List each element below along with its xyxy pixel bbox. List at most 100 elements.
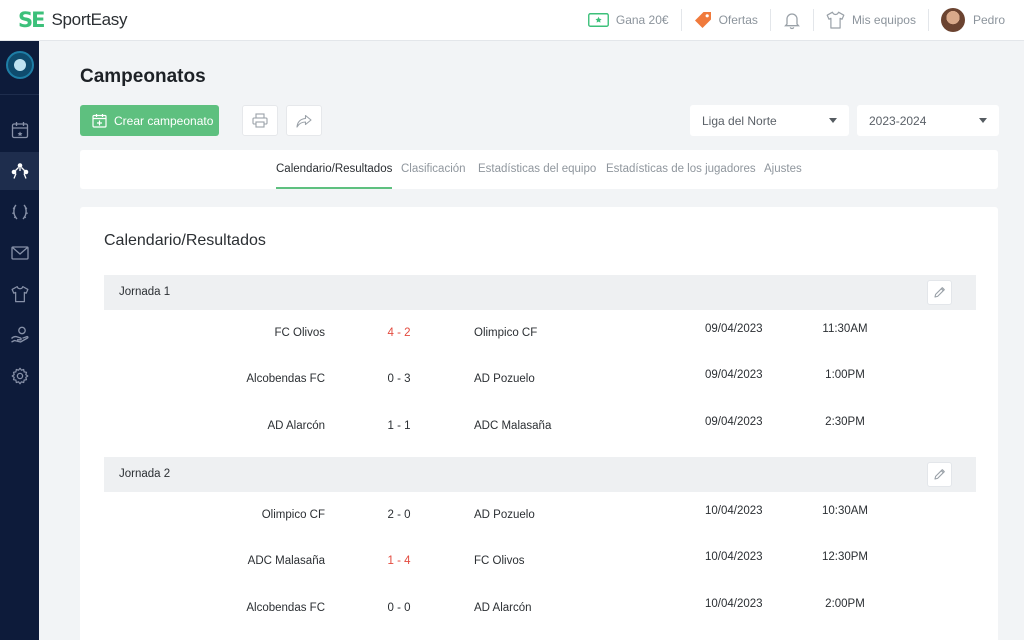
match-time: 10:30AM xyxy=(821,505,869,517)
logo-text: SportEasy xyxy=(51,10,128,29)
calendar-add-icon xyxy=(92,114,107,128)
season-select-value: 2023-2024 xyxy=(869,113,927,128)
away-team: AD Pozuelo xyxy=(474,509,535,521)
create-championship-label: Crear campeonato xyxy=(114,113,214,128)
logo-mark: SE xyxy=(18,8,46,32)
bell-icon xyxy=(783,12,800,29)
match-time: 1:00PM xyxy=(825,369,865,381)
earn-label: Gana 20€ xyxy=(615,13,669,27)
sidebar-item-team[interactable] xyxy=(0,275,39,313)
away-team: Olimpico CF xyxy=(474,327,538,339)
edit-round-button[interactable] xyxy=(927,462,952,487)
home-team: Alcobendas FC xyxy=(246,373,325,385)
round-header: Jornada 2 xyxy=(104,457,976,492)
match-time: 2:00PM xyxy=(825,598,865,610)
home-team: Olimpico CF xyxy=(261,509,325,521)
edit-round-button[interactable] xyxy=(927,280,952,305)
club-badge-icon[interactable] xyxy=(6,51,34,79)
round-label: Jornada 1 xyxy=(119,286,171,298)
print-button[interactable] xyxy=(242,105,278,136)
match-date: 09/04/2023 xyxy=(705,416,763,428)
tab-standings[interactable]: Clasificación xyxy=(401,150,466,189)
away-team: FC Olivos xyxy=(474,555,525,567)
match-time: 2:30PM xyxy=(825,416,865,428)
away-team: AD Alarcón xyxy=(474,602,532,614)
share-button[interactable] xyxy=(286,105,322,136)
match-row[interactable]: ADC Malasaña 1 - 4 FC Olivos 10/04/2023 … xyxy=(104,541,976,587)
chevron-down-icon xyxy=(979,118,987,123)
my-teams-link[interactable]: Mis equipos xyxy=(814,0,928,40)
tab-settings[interactable]: Ajustes xyxy=(764,150,802,189)
top-nav: Gana 20€ Ofertas Mis equipos Pedro xyxy=(576,0,1024,40)
match-score: 0 - 3 xyxy=(387,373,411,385)
offers-link[interactable]: Ofertas xyxy=(682,0,770,40)
championship-tabs: Calendario/Resultados Clasificación Esta… xyxy=(80,150,998,189)
sidebar xyxy=(0,41,39,640)
shirt-icon xyxy=(826,11,845,29)
sidebar-item-championships[interactable] xyxy=(0,152,39,190)
match-row[interactable]: Alcobendas FC 0 - 3 AD Pozuelo 09/04/202… xyxy=(104,359,976,405)
tab-calendar-results[interactable]: Calendario/Resultados xyxy=(276,150,393,189)
season-select[interactable]: 2023-2024 xyxy=(857,105,999,136)
round-label: Jornada 2 xyxy=(119,468,171,480)
home-team: FC Olivos xyxy=(274,327,325,339)
tab-player-stats[interactable]: Estadísticas de los jugadores xyxy=(606,150,756,189)
calendar-icon xyxy=(11,122,28,139)
notifications-button[interactable] xyxy=(771,0,813,40)
my-teams-label: Mis equipos xyxy=(851,13,916,27)
match-score: 1 - 4 xyxy=(387,555,411,567)
mail-icon xyxy=(10,246,29,260)
tag-icon xyxy=(694,12,711,28)
sidebar-item-settings[interactable] xyxy=(0,357,39,395)
shirt-icon xyxy=(11,285,28,303)
home-team: AD Alarcón xyxy=(267,420,325,432)
hand-coin-icon xyxy=(10,326,29,343)
match-time: 11:30AM xyxy=(822,323,868,335)
sidebar-item-competitions[interactable] xyxy=(0,193,39,231)
match-score: 0 - 0 xyxy=(387,602,411,614)
away-team: ADC Malasaña xyxy=(474,420,552,432)
match-score: 1 - 1 xyxy=(387,420,411,432)
match-date: 10/04/2023 xyxy=(705,505,763,517)
match-row[interactable]: AD Alarcón 1 - 1 ADC Malasaña 09/04/2023… xyxy=(104,406,976,452)
league-select-value: Liga del Norte xyxy=(702,113,777,128)
home-team: Alcobendas FC xyxy=(246,602,325,614)
match-date: 09/04/2023 xyxy=(705,323,763,335)
league-select[interactable]: Liga del Norte xyxy=(690,105,849,136)
top-bar: SE SportEasy Gana 20€ Ofertas Mis equipo… xyxy=(0,0,1024,41)
laurel-icon xyxy=(11,204,28,220)
sidebar-divider xyxy=(0,94,39,95)
match-time: 12:30PM xyxy=(821,551,869,563)
user-menu[interactable]: Pedro xyxy=(929,0,1024,40)
chevron-down-icon xyxy=(829,118,837,123)
pencil-icon xyxy=(934,287,945,298)
avatar xyxy=(940,8,965,32)
round-header: Jornada 1 xyxy=(104,275,976,310)
share-arrow-icon xyxy=(296,114,312,128)
earn-link[interactable]: Gana 20€ xyxy=(576,0,681,40)
match-date: 09/04/2023 xyxy=(705,369,763,381)
ticket-icon xyxy=(587,13,609,27)
match-row[interactable]: Alcobendas FC 0 - 0 AD Alarcón 10/04/202… xyxy=(104,588,976,634)
tab-team-stats[interactable]: Estadísticas del equipo xyxy=(478,150,596,189)
match-score: 4 - 2 xyxy=(387,327,411,339)
match-score: 2 - 0 xyxy=(387,509,411,521)
card-title: Calendario/Resultados xyxy=(104,232,266,249)
user-name: Pedro xyxy=(972,13,1005,27)
pencil-icon xyxy=(934,469,945,480)
printer-icon xyxy=(252,113,268,128)
away-team: AD Pozuelo xyxy=(474,373,535,385)
create-championship-button[interactable]: Crear campeonato xyxy=(80,105,219,136)
match-date: 10/04/2023 xyxy=(705,598,763,610)
sidebar-item-payments[interactable] xyxy=(0,316,39,354)
match-date: 10/04/2023 xyxy=(705,551,763,563)
match-row[interactable]: FC Olivos 4 - 2 Olimpico CF 09/04/2023 1… xyxy=(104,313,976,359)
match-row[interactable]: Olimpico CF 2 - 0 AD Pozuelo 10/04/2023 … xyxy=(104,495,976,541)
sporteasy-logo[interactable]: SE SportEasy xyxy=(18,8,128,32)
home-team: ADC Malasaña xyxy=(247,555,325,567)
gear-icon xyxy=(11,367,28,385)
offers-label: Ofertas xyxy=(718,13,758,27)
sidebar-item-calendar[interactable] xyxy=(0,111,39,149)
sidebar-item-messages[interactable] xyxy=(0,234,39,272)
page-title: Campeonatos xyxy=(80,66,206,87)
